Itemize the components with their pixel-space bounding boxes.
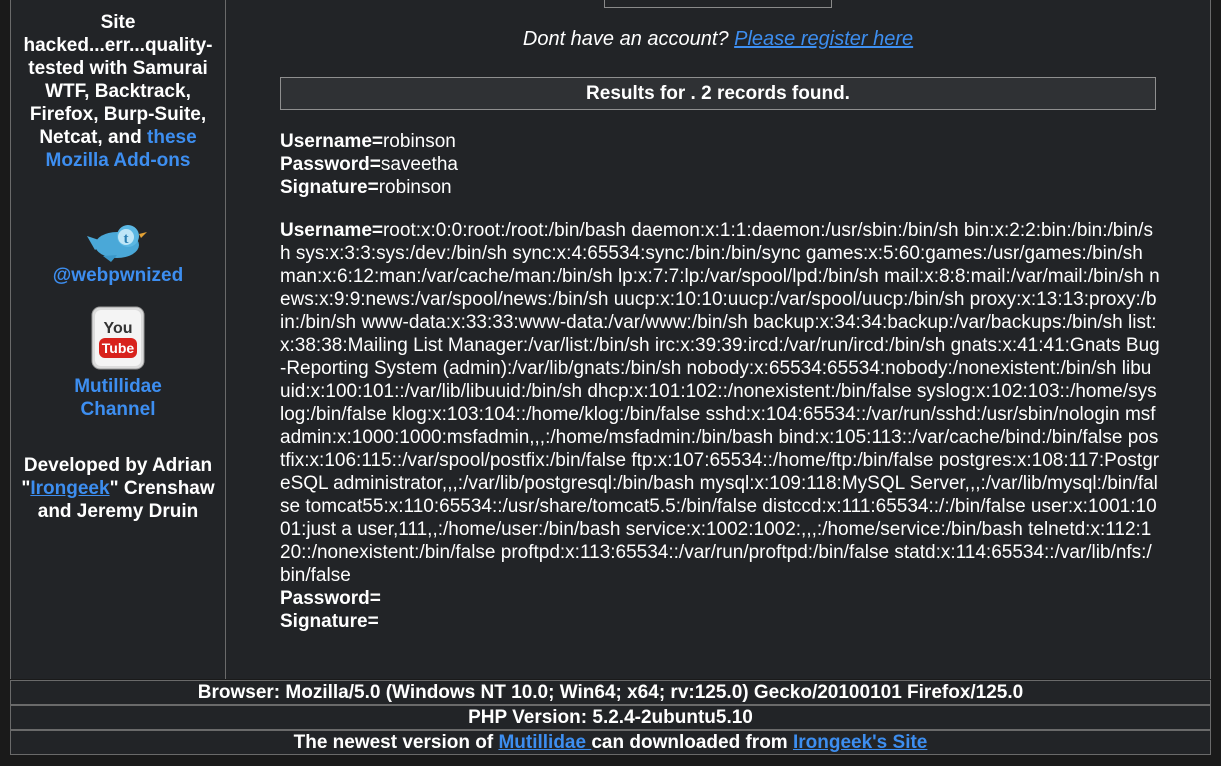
irongeek-link[interactable]: Irongeek <box>30 478 109 499</box>
svg-text:You: You <box>103 320 132 337</box>
record-username-row: Username=root:x:0:0:root:/root:/bin/bash… <box>280 219 1160 587</box>
twitter-handle-link[interactable]: @webpwnized <box>53 265 183 286</box>
login-button-remnant[interactable] <box>604 0 832 8</box>
sidebar-content: Site hacked...err...quality-tested with … <box>11 0 225 523</box>
youtube-block: You Tube Mutillidae Channel <box>11 305 225 421</box>
footer-newest-version: The newest version of Mutillidae can dow… <box>10 730 1211 755</box>
password-label: Password= <box>280 154 381 175</box>
footer-php-version: PHP Version: 5.2.4-2ubuntu5.10 <box>10 705 1211 730</box>
developer-credit: Developed by Adrian "Irongeek" Crenshaw … <box>11 454 225 523</box>
record-password-row: Password=saveetha <box>280 153 1160 176</box>
password-value: saveetha <box>380 154 458 175</box>
record-2: Username=root:x:0:0:root:/root:/bin/bash… <box>280 219 1160 633</box>
signature-label: Signature= <box>280 611 379 632</box>
signature-value: robinson <box>378 177 452 198</box>
record-1: Username=robinson Password=saveetha Sign… <box>280 130 1160 199</box>
irongeek-site-link[interactable]: Irongeek's Site <box>793 732 927 753</box>
username-value: robinson <box>382 131 456 152</box>
record-username-row: Username=robinson <box>280 130 1160 153</box>
twitter-bird-icon[interactable]: t <box>11 218 225 264</box>
register-line: Dont have an account? Please register he… <box>226 28 1210 51</box>
record-signature-row: Signature=robinson <box>280 176 1160 199</box>
results-header: Results for . 2 records found. <box>280 77 1156 110</box>
youtube-channel-link[interactable]: Mutillidae Channel <box>63 375 173 421</box>
signature-label: Signature= <box>280 177 379 198</box>
username-value: root:x:0:0:root:/root:/bin/bash daemon:x… <box>280 220 1160 586</box>
username-label: Username= <box>280 220 383 241</box>
footer-newest-middle: can downloaded from <box>591 732 793 753</box>
sidebar: Site hacked...err...quality-tested with … <box>10 0 226 679</box>
footer-browser: Browser: Mozilla/5.0 (Windows NT 10.0; W… <box>10 680 1211 705</box>
svg-text:t: t <box>124 231 129 247</box>
record-signature-row: Signature= <box>280 610 1160 633</box>
footer-newest-prefix: The newest version of <box>293 732 499 753</box>
register-link[interactable]: Please register here <box>734 28 913 50</box>
username-label: Username= <box>280 131 383 152</box>
sidebar-blurb: Site hacked...err...quality-tested with … <box>11 11 225 172</box>
register-prompt: Dont have an account? <box>522 28 729 50</box>
mutillidae-link[interactable]: Mutillidae <box>498 732 591 753</box>
youtube-icon[interactable]: You Tube <box>11 305 225 375</box>
svg-text:Tube: Tube <box>102 340 135 356</box>
main-content: Dont have an account? Please register he… <box>226 0 1211 679</box>
password-label: Password= <box>280 588 381 609</box>
record-password-row: Password= <box>280 587 1160 610</box>
twitter-block: t @webpwnized <box>11 218 225 287</box>
